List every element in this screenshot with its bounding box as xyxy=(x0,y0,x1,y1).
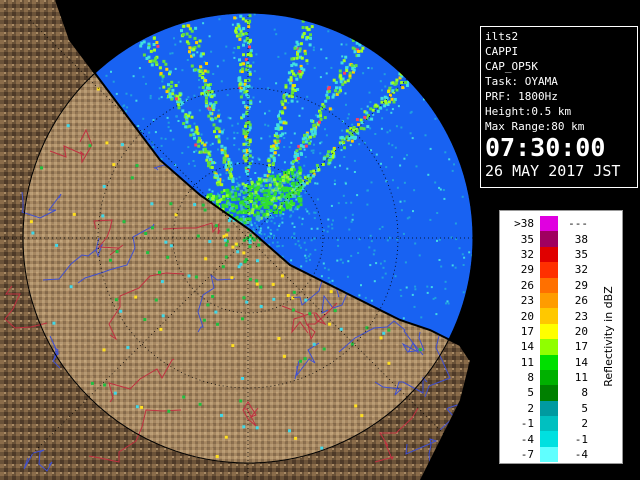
legend-max-label: 32 xyxy=(574,263,588,277)
site-name: ilts2 xyxy=(485,30,519,43)
legend-min-label: 35 xyxy=(520,232,534,246)
legend-min-label: 2 xyxy=(527,401,534,415)
product-name: CAP_OP5K xyxy=(485,60,538,73)
legend-color-swatch xyxy=(540,354,558,370)
legend-max-label: 35 xyxy=(574,247,588,261)
legend-min-label: >38 xyxy=(514,217,534,231)
legend-min-label: 29 xyxy=(520,263,534,277)
legend-max-label: 20 xyxy=(574,324,588,338)
legend-color-swatch xyxy=(540,385,558,401)
legend-row: 29 32 xyxy=(506,262,594,278)
legend-min-label: 26 xyxy=(520,278,534,292)
legend-max-label: 29 xyxy=(574,278,588,292)
observation-time: 07:30:00 xyxy=(485,133,606,162)
legend-max-label: -4 xyxy=(574,448,588,462)
legend-max-label: 17 xyxy=(574,340,588,354)
legend-min-label: 17 xyxy=(520,324,534,338)
task-name: Task: OYAMA xyxy=(485,75,558,88)
observation-date: 26 MAY 2017 JST xyxy=(485,162,621,180)
legend-color-swatch xyxy=(540,216,558,232)
legend-min-label: 11 xyxy=(520,355,534,369)
legend-row: >38 --- xyxy=(506,216,594,232)
legend-max-label: --- xyxy=(568,217,588,231)
info-panel: ilts2 CAPPI CAP_OP5K Task: OYAMA PRF: 18… xyxy=(480,26,638,188)
legend-title: Reflectivity in dBZ xyxy=(601,285,615,387)
legend-color-swatch xyxy=(540,277,558,293)
legend-min-label: 32 xyxy=(520,247,534,261)
legend-color-swatch xyxy=(540,231,558,247)
legend-row: 11 14 xyxy=(506,354,594,370)
legend-row: 8 11 xyxy=(506,369,594,386)
legend-rows: >38 --- 35 38 32 35 29 32 26 29 23 26 20 23 17 20 14 17 11… xyxy=(506,216,594,463)
legend-color-swatch xyxy=(540,431,558,447)
legend-title-wrap: Reflectivity in dBZ xyxy=(596,211,620,461)
legend-min-label: -7 xyxy=(520,448,534,462)
legend-row: 17 20 xyxy=(506,323,594,340)
legend-max-label: 14 xyxy=(574,355,588,369)
prf-value: PRF: 1800Hz xyxy=(485,90,558,103)
legend-min-label: -1 xyxy=(520,417,534,431)
legend-row: 14 17 xyxy=(506,339,594,355)
reflectivity-legend: >38 --- 35 38 32 35 29 32 26 29 23 26 20 23 17 20 14 17 11… xyxy=(499,210,623,464)
legend-row: 20 23 xyxy=(506,308,594,324)
legend-min-label: -4 xyxy=(520,432,534,446)
legend-max-label: 23 xyxy=(574,309,588,323)
legend-color-swatch xyxy=(540,339,558,355)
height-value: Height:0.5 km xyxy=(485,105,572,118)
legend-color-swatch xyxy=(540,262,558,278)
legend-max-label: 8 xyxy=(581,386,588,400)
legend-color-swatch xyxy=(540,400,558,417)
legend-max-label: 38 xyxy=(574,232,588,246)
legend-row: 32 35 xyxy=(506,246,594,263)
legend-row: 58 xyxy=(506,385,594,401)
legend-row: 23 26 xyxy=(506,292,594,309)
legend-min-label: 5 xyxy=(527,386,534,400)
legend-row: -4 -1 xyxy=(506,431,594,447)
legend-max-label: 11 xyxy=(574,371,588,385)
legend-min-label: 23 xyxy=(520,294,534,308)
radar-display: ilts2 CAPPI CAP_OP5K Task: OYAMA PRF: 18… xyxy=(0,0,640,480)
legend-max-label: 2 xyxy=(581,417,588,431)
legend-min-label: 8 xyxy=(527,371,534,385)
legend-row: 26 29 xyxy=(506,277,594,293)
legend-color-swatch xyxy=(540,446,558,463)
legend-color-swatch xyxy=(540,292,558,309)
product-type: CAPPI xyxy=(485,45,519,58)
legend-max-label: -1 xyxy=(574,432,588,446)
legend-row: 25 xyxy=(506,400,594,417)
max-range-value: Max Range:80 km xyxy=(485,120,585,133)
legend-color-swatch xyxy=(540,416,558,432)
legend-color-swatch xyxy=(540,369,558,386)
legend-color-swatch xyxy=(540,308,558,324)
legend-color-swatch xyxy=(540,246,558,263)
legend-row: -7 -4 xyxy=(506,446,594,463)
legend-max-label: 26 xyxy=(574,294,588,308)
legend-row: -1 2 xyxy=(506,416,594,432)
legend-min-label: 14 xyxy=(520,340,534,354)
legend-min-label: 20 xyxy=(520,309,534,323)
legend-max-label: 5 xyxy=(581,401,588,415)
legend-row: 35 38 xyxy=(506,231,594,247)
legend-color-swatch xyxy=(540,323,558,340)
